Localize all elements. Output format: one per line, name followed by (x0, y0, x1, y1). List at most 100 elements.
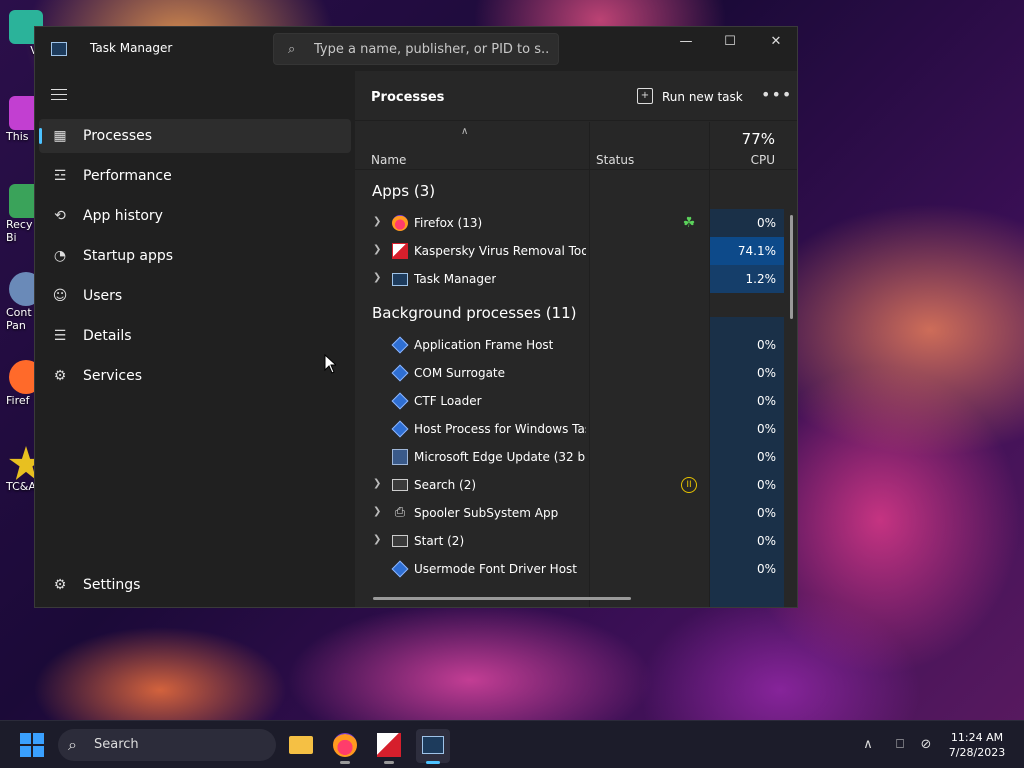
mouse-cursor-icon (324, 354, 336, 374)
table-row[interactable]: ❯ Firefox (13) ☘ 0% (355, 209, 785, 237)
sidebar-item-services[interactable]: ⚙ Services (39, 359, 351, 393)
process-diamond-icon (391, 420, 409, 438)
table-row[interactable]: ❯ Kaspersky Virus Removal Tool ... 74.1% (355, 237, 785, 265)
firefox-icon (333, 733, 357, 757)
start-app-icon (392, 535, 408, 547)
sidebar-item-details[interactable]: ☰ Details (39, 319, 351, 353)
settings-gear-icon: ⚙ (53, 577, 67, 593)
task-manager-icon (392, 273, 408, 286)
taskbar-kaspersky[interactable] (372, 729, 406, 764)
printer-icon: ⎙ (394, 505, 406, 520)
clock-date: 7/28/2023 (948, 746, 1006, 759)
table-row[interactable]: ❯ Start (2) 0% (355, 527, 785, 555)
cpu-value: 0% (710, 555, 784, 583)
chevron-right-icon[interactable]: ❯ (373, 244, 381, 255)
sort-up-icon: ∧ (461, 126, 469, 137)
tray-chevron-up-icon[interactable]: ∧ (858, 735, 878, 755)
app-history-icon: ⟲ (54, 208, 66, 224)
sidebar-item-settings[interactable]: ⚙ Settings (39, 568, 351, 602)
taskbar-search[interactable]: ⌕ Search (58, 729, 276, 761)
cpu-value: 0% (710, 387, 784, 415)
sidebar: ▦ Processes ☲ Performance ⟲ App history … (35, 71, 353, 607)
sidebar-item-app-history[interactable]: ⟲ App history (39, 199, 351, 233)
cpu-value: 0% (710, 499, 784, 527)
sidebar-item-processes[interactable]: ▦ Processes (39, 119, 351, 153)
column-name[interactable]: Name (371, 153, 406, 167)
table-row[interactable]: Microsoft Edge Update (32 bit) 0% (355, 443, 785, 471)
run-task-icon: + (637, 88, 653, 104)
cpu-value: 0% (710, 471, 784, 499)
cpu-value: 1.2% (710, 265, 784, 293)
table-row[interactable]: ❯ Search (2) II 0% (355, 471, 785, 499)
search-icon: ⌕ (68, 735, 77, 754)
search-box[interactable]: ⌕ (273, 33, 559, 65)
column-status[interactable]: Status (596, 153, 634, 167)
cpu-value: 0% (710, 415, 784, 443)
table-row[interactable]: CTF Loader 0% (355, 387, 785, 415)
task-manager-icon (51, 42, 67, 56)
close-button[interactable]: ✕ (753, 27, 799, 57)
chevron-right-icon[interactable]: ❯ (373, 534, 381, 545)
taskbar-file-explorer[interactable] (284, 729, 318, 763)
startup-apps-icon: ◔ (53, 248, 67, 264)
clock[interactable]: 11:24 AM 7/28/2023 (940, 730, 1014, 760)
cpu-value: 0% (710, 527, 784, 555)
title-bar[interactable]: Task Manager ⌕ — ☐ ✕ (35, 27, 797, 71)
start-button[interactable] (20, 733, 44, 757)
group-apps: Apps (3) (372, 182, 436, 200)
efficiency-leaf-icon: ☘ (682, 215, 696, 231)
minimize-button[interactable]: — (663, 27, 709, 57)
hamburger-menu-icon[interactable] (51, 89, 67, 104)
more-options-button[interactable]: ••• (761, 85, 791, 105)
firefox-icon (392, 215, 408, 231)
task-manager-icon (422, 736, 444, 754)
chevron-right-icon[interactable]: ❯ (373, 216, 381, 227)
network-icon[interactable]: ⎕ (890, 735, 910, 755)
column-headers: ∧ Name Status 77% CPU (355, 122, 797, 170)
clock-time: 11:24 AM (950, 731, 1004, 744)
details-icon: ☰ (53, 328, 67, 344)
table-row[interactable]: ❯ ⎙ Spooler SubSystem App 0% (355, 499, 785, 527)
cpu-value: 0% (710, 443, 784, 471)
sidebar-item-performance[interactable]: ☲ Performance (39, 159, 351, 193)
window-title: Task Manager (90, 41, 173, 55)
performance-icon: ☲ (53, 168, 67, 184)
kaspersky-icon (392, 243, 408, 259)
search-icon: ⌕ (288, 42, 296, 57)
page-title: Processes (371, 90, 445, 105)
table-row[interactable]: COM Surrogate 0% (355, 359, 785, 387)
table-row[interactable]: Application Frame Host 0% (355, 331, 785, 359)
column-cpu[interactable]: CPU (711, 153, 775, 167)
table-row[interactable]: ❯ Task Manager 1.2% (355, 265, 785, 293)
processes-panel: Processes + Run new task ••• ∧ Name Stat… (355, 71, 797, 607)
sidebar-item-startup-apps[interactable]: ◔ Startup apps (39, 239, 351, 273)
horizontal-scrollbar[interactable] (373, 597, 631, 600)
table-row[interactable]: Host Process for Windows Tasks 0% (355, 415, 785, 443)
group-background-processes: Background processes (11) (372, 304, 577, 322)
folder-icon (289, 736, 313, 754)
volume-muted-icon[interactable]: ⊘ (916, 735, 936, 755)
kaspersky-icon (377, 733, 401, 757)
edge-update-icon (392, 449, 408, 465)
search-input[interactable] (314, 40, 550, 58)
maximize-button[interactable]: ☐ (707, 27, 753, 57)
chevron-right-icon[interactable]: ❯ (373, 478, 381, 489)
cpu-value: 0% (710, 209, 784, 237)
chevron-right-icon[interactable]: ❯ (373, 272, 381, 283)
search-app-icon (392, 479, 408, 491)
suspended-icon: II (681, 477, 697, 493)
process-diamond-icon (391, 560, 409, 578)
taskbar-task-manager[interactable] (416, 729, 450, 764)
cpu-total-percent: 77% (741, 130, 775, 148)
services-icon: ⚙ (53, 368, 67, 384)
vertical-scrollbar[interactable] (790, 215, 793, 319)
panel-header: Processes + Run new task ••• (355, 71, 797, 121)
process-diamond-icon (391, 336, 409, 354)
chevron-right-icon[interactable]: ❯ (373, 506, 381, 517)
sidebar-item-users[interactable]: ☺ Users (39, 279, 351, 313)
table-row[interactable]: Usermode Font Driver Host 0% (355, 555, 785, 583)
taskbar-firefox[interactable] (328, 729, 362, 764)
cpu-value: 0% (710, 359, 784, 387)
processes-icon: ▦ (53, 128, 67, 144)
users-icon: ☺ (52, 288, 68, 304)
